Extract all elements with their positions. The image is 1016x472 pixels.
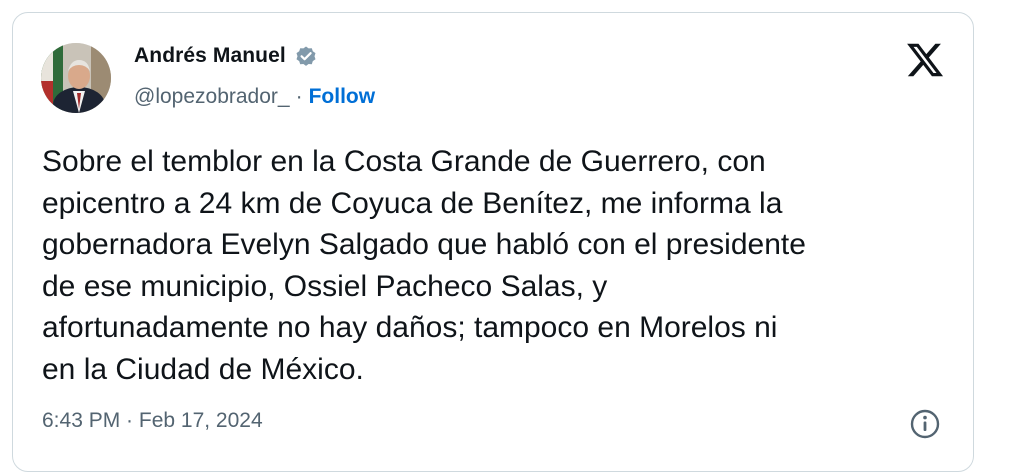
- author-handle-row: @lopezobrador_ · Follow: [134, 85, 375, 109]
- author-avatar[interactable]: [41, 43, 111, 113]
- tweet-embed-card: Andrés Manuel @lopezobrador_ · Follow So…: [12, 12, 974, 472]
- tweet-text: Sobre el temblor en la Costa Grande de G…: [42, 145, 806, 386]
- author-handle[interactable]: @lopezobrador_: [134, 85, 290, 109]
- avatar-image: [41, 43, 111, 113]
- x-logo-icon[interactable]: [905, 40, 945, 80]
- verified-badge-icon: [294, 44, 318, 68]
- author-display-name[interactable]: Andrés Manuel: [134, 44, 286, 68]
- author-name-row: Andrés Manuel: [134, 44, 318, 68]
- handle-separator: ·: [295, 85, 303, 108]
- follow-button[interactable]: Follow: [309, 85, 376, 109]
- tweet-timestamp[interactable]: 6:43 PM · Feb 17, 2024: [42, 409, 263, 433]
- info-icon[interactable]: [909, 408, 941, 440]
